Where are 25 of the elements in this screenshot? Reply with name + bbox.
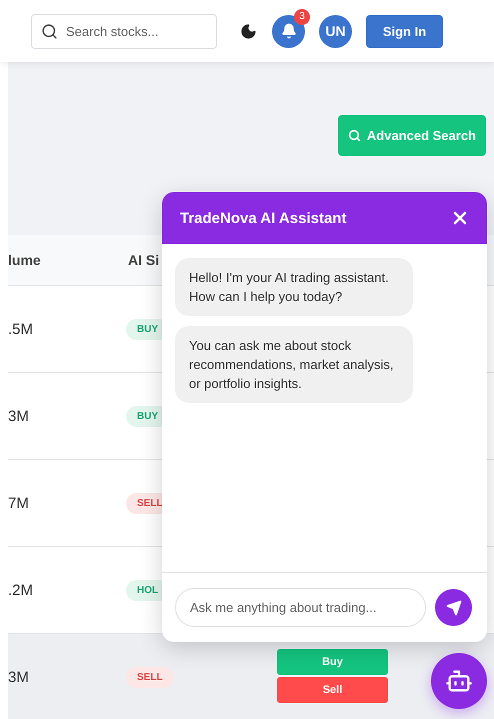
bell-icon xyxy=(280,23,296,39)
volume-cell-text: .2M xyxy=(8,582,34,598)
avatar-button[interactable]: UN xyxy=(319,14,352,48)
volume-cell-text: 3M xyxy=(8,408,30,424)
volume-cell-text: 3M xyxy=(8,668,30,686)
buy-button[interactable]: Buy xyxy=(277,649,388,675)
advanced-search-button[interactable]: Advanced Search xyxy=(338,115,486,156)
send-icon xyxy=(446,600,462,616)
chat-message: You can ask me about stock recommendations, market analysis, or portfolio insights. xyxy=(175,326,413,403)
chat-input[interactable]: Ask me anything about trading... xyxy=(175,588,426,627)
column-header: lume xyxy=(8,252,42,268)
send-button[interactable] xyxy=(435,589,472,626)
sell-button[interactable]: Sell xyxy=(277,677,388,703)
search-box[interactable]: Search stocks... xyxy=(31,14,217,48)
column-header: AI Si xyxy=(128,252,160,268)
search-icon xyxy=(41,22,58,40)
chat-message: Hello! I'm your AI trading assistant. How can I help you today? xyxy=(175,258,413,316)
search-icon xyxy=(348,129,361,142)
signal-tag: SELL xyxy=(126,666,174,688)
volume-cell-text: .5M xyxy=(8,320,34,338)
moon-icon[interactable] xyxy=(240,22,257,40)
volume-cell-text: 7M xyxy=(8,494,30,512)
chat-title: TradeNova AI Assistant xyxy=(180,210,346,226)
notification-count: 3 xyxy=(294,8,310,24)
sign-in-button[interactable]: Sign In xyxy=(366,14,443,48)
